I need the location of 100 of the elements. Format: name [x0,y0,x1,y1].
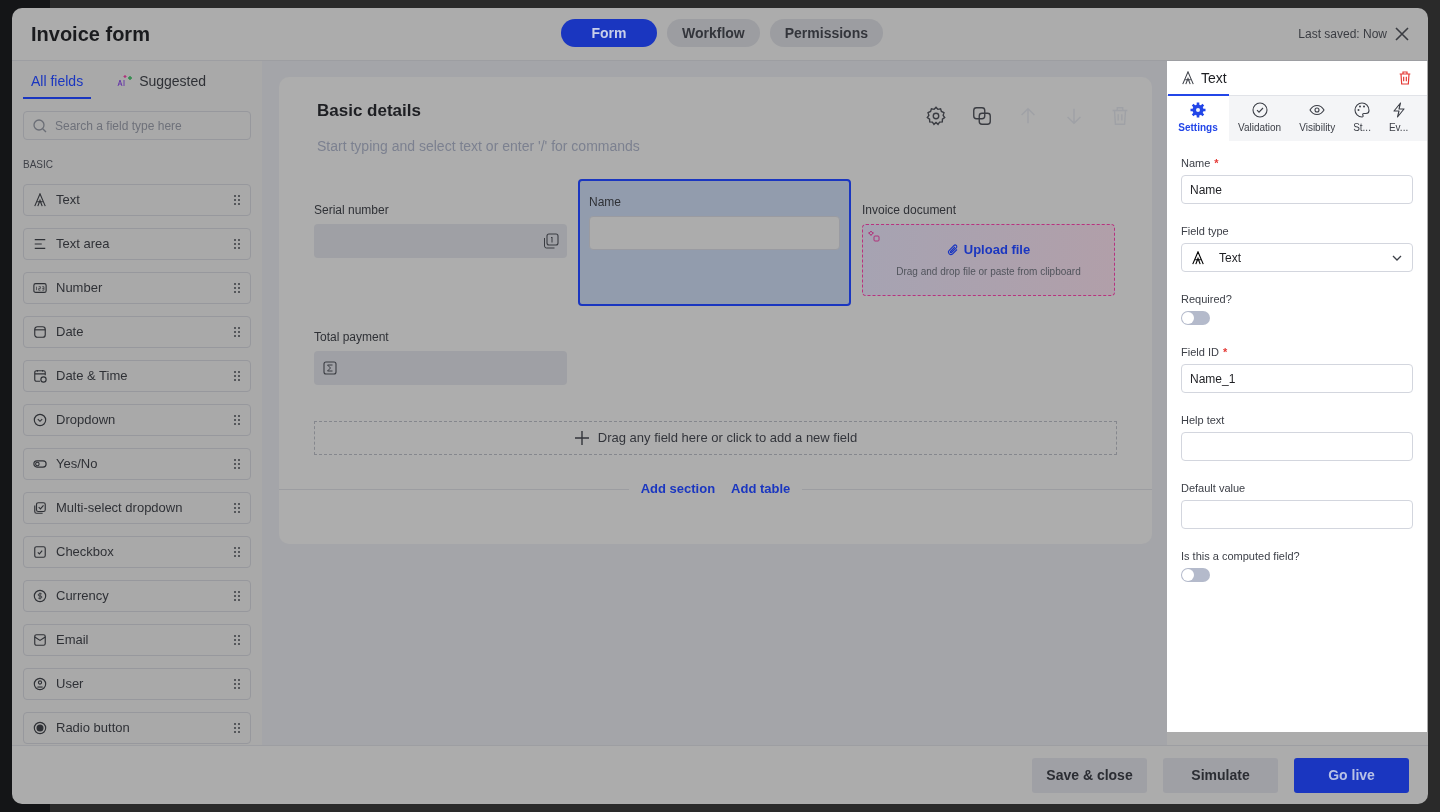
drag-handle-icon[interactable] [233,414,241,426]
field-type-item[interactable]: Dropdown [23,404,251,436]
input-field[interactable] [314,223,567,258]
tab[interactable]: Validation [1229,96,1291,141]
drag-handle-icon[interactable] [233,238,241,250]
letter-a-icon [1191,250,1205,265]
tab[interactable]: Suggested [109,71,215,99]
settings-icon[interactable] [925,105,947,127]
field-type-item[interactable]: Checkbox [23,536,251,568]
drag-handle-icon[interactable] [233,458,241,470]
tab[interactable]: Settings [1167,96,1229,141]
plus-icon [573,429,590,446]
tab[interactable]: Ev... [1379,96,1418,141]
footer-button[interactable]: Go live [1294,757,1409,793]
section-label: BASIC [23,158,54,172]
tab[interactable]: Workflow [667,19,760,47]
sigma-icon [323,360,337,375]
last-saved-status: Last saved: Now [1298,26,1387,43]
field-type-item[interactable]: Yes/No [23,448,251,480]
duplicate-icon[interactable] [971,105,993,127]
field-type-item[interactable]: Email [23,624,251,656]
field-type-label: Currency [56,587,109,606]
search-field[interactable]: Search a field type here [23,111,251,140]
drag-handle-icon[interactable] [233,546,241,558]
input-field[interactable]: Name_1 [1181,364,1413,393]
user-icon [33,677,47,691]
field-type-item[interactable]: Radio button [23,712,251,744]
search-icon [33,119,47,133]
eye-icon [1309,102,1326,118]
field-label: Invoice document [862,201,958,216]
panel-title: Text [1201,68,1227,88]
input-field[interactable]: Name [1181,175,1413,204]
selected-field-card[interactable]: Name [578,178,851,306]
field-label: Name [589,193,622,208]
field-label: Is this a computed field? [1181,549,1300,562]
toggle-switch[interactable] [1181,568,1210,582]
close-icon[interactable] [1395,27,1409,41]
drag-handle-icon[interactable] [233,634,241,646]
input-field[interactable] [1181,500,1413,529]
drag-handle-icon[interactable] [233,502,241,514]
field-label: Required? [1181,292,1232,305]
toggle-switch[interactable] [1181,311,1210,325]
field-label: Total payment [314,328,390,343]
lines-icon [33,237,47,251]
letter-a-icon [33,193,47,207]
upload-dropzone[interactable]: Upload file Drag and drop file or paste from clipboard [862,223,1115,296]
tab[interactable]: St... [1344,96,1380,141]
field-type-item[interactable]: Multi-select dropdown [23,492,251,524]
tab[interactable]: All fields [23,71,92,99]
envelope-icon [33,633,47,647]
field-type-item[interactable]: Date & Time [23,360,251,392]
tab[interactable]: Form [561,19,657,47]
field-type-label: Date & Time [56,367,128,386]
required-asterisk: * [1214,156,1219,169]
window-title: Invoice form [31,22,150,47]
field-type-item[interactable]: Text area [23,228,251,260]
dropdown[interactable]: Text [1181,243,1413,272]
field-type-item[interactable]: Currency [23,580,251,612]
chevron-circle-icon [33,413,47,427]
field-type-label: Number [56,279,103,298]
checkbox-stack-icon [33,501,47,515]
field-label: Help text [1181,413,1225,426]
check-circle-icon [1251,102,1268,118]
field-type-item[interactable]: Text [23,184,251,216]
required-asterisk: * [1222,345,1228,358]
drag-handle-icon[interactable] [233,370,241,382]
add-link[interactable]: Add section [640,478,716,499]
add-link[interactable]: Add table [731,478,791,499]
drag-handle-icon[interactable] [233,678,241,690]
field-type-label: Checkbox [56,543,114,562]
upload-hint: Drag and drop file or paste from clipboard [896,264,1081,279]
footer-button[interactable]: Simulate [1163,757,1278,793]
upload-file-link[interactable]: Upload file [946,240,1031,260]
field-type-label: Radio button [56,719,130,738]
field-type-item[interactable]: Date [23,316,251,348]
drag-handle-icon[interactable] [233,590,241,602]
input-field[interactable] [1181,432,1413,461]
calendar-icon [33,325,47,339]
letter-a-icon [1181,71,1195,85]
footer-button[interactable]: Save & close [1032,757,1147,793]
drag-handle-icon[interactable] [233,326,241,338]
drop-zone[interactable]: Drag any field here or click to add a new field [314,420,1117,455]
drag-handle-icon[interactable] [233,194,241,206]
radio-icon [33,721,47,735]
input-field[interactable] [589,215,840,250]
drag-handle-icon[interactable] [233,282,241,294]
tab[interactable]: Visibility [1290,96,1345,141]
field-label: Field type [1181,224,1229,237]
field-type-item[interactable]: Number [23,272,251,304]
field-label: Field ID [1181,345,1219,358]
paperclip-icon [946,244,959,256]
tab[interactable]: Permissions [769,19,883,47]
checkbox-icon [33,545,47,559]
gear-icon [1190,102,1206,118]
field-type-item[interactable]: User [23,668,251,700]
drag-handle-icon[interactable] [233,722,241,734]
trash-icon[interactable] [1397,70,1413,86]
field-type-label: Multi-select dropdown [56,499,183,518]
input-field[interactable] [314,350,567,385]
field-type-label: User [56,675,84,694]
